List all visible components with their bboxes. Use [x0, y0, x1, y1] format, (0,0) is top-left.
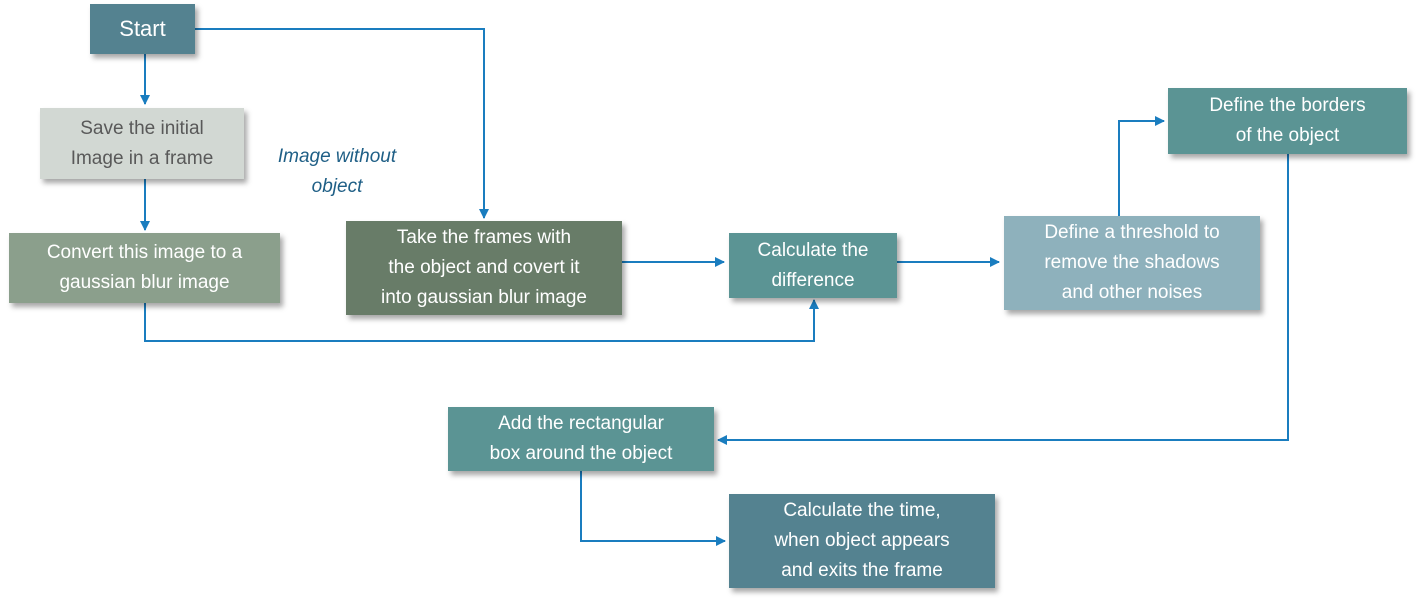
node-take-frames: Take the frames with the object and cove…: [346, 221, 622, 315]
node-borders: Define the borders of the object: [1168, 88, 1407, 154]
node-threshold: Define a threshold to remove the shadows…: [1004, 216, 1260, 310]
node-calc-diff-label: Calculate the difference: [757, 239, 869, 291]
node-calc-time-label: Calculate the time, when object appears …: [774, 500, 950, 581]
node-threshold-label: Define a threshold to remove the shadows…: [1044, 222, 1220, 303]
edge-threshold-to-borders: [1118, 116, 1165, 216]
edge-addbox-to-time: [580, 471, 726, 546]
node-save-initial-label: Save the initial Image in a frame: [70, 117, 214, 169]
node-add-box-label: Add the rectangular box around the objec…: [489, 413, 673, 464]
node-calc-diff: Calculate the difference: [729, 233, 897, 298]
annotation-image-without-object: Image without object: [252, 112, 422, 202]
node-take-frames-label: Take the frames with the object and cove…: [381, 227, 587, 308]
node-start-label: Start: [119, 16, 166, 41]
node-borders-label: Define the borders of the object: [1209, 95, 1366, 146]
node-add-box: Add the rectangular box around the objec…: [448, 407, 714, 471]
node-convert-blur-label: Convert this image to a gaussian blur im…: [46, 242, 243, 293]
annotation-text: Image without object: [277, 146, 397, 197]
node-save-initial: Save the initial Image in a frame: [40, 108, 244, 179]
node-start: Start: [90, 4, 195, 54]
node-convert-blur: Convert this image to a gaussian blur im…: [9, 233, 280, 303]
node-calc-time: Calculate the time, when object appears …: [729, 494, 995, 588]
